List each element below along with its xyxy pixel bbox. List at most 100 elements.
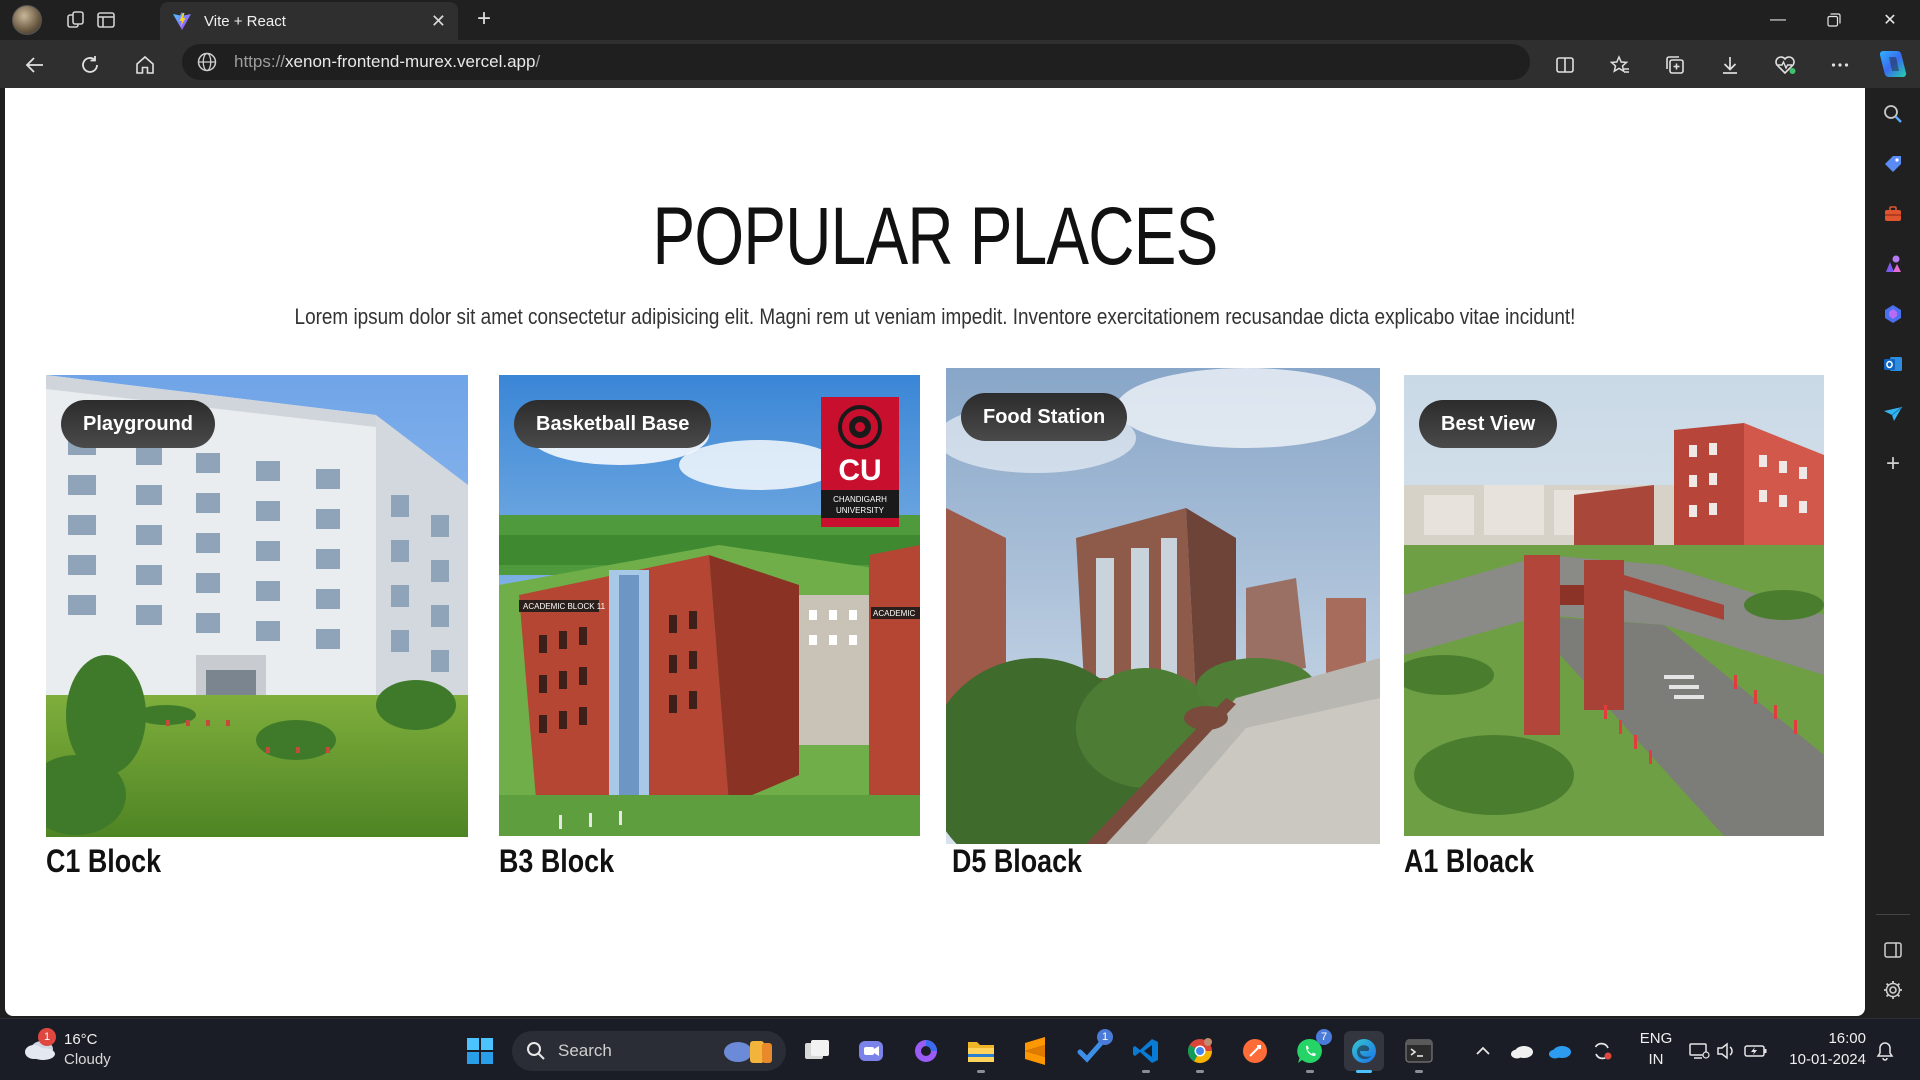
postman-app[interactable]	[1235, 1031, 1275, 1071]
terminal-icon	[1405, 1039, 1433, 1063]
card-title: C1 Block	[46, 843, 162, 879]
close-window-icon[interactable]: ✕	[1862, 0, 1918, 40]
home-icon[interactable]	[130, 50, 160, 80]
place-card[interactable]: Playground C1 Block	[46, 375, 468, 879]
hide-sidebar-icon[interactable]	[1879, 936, 1907, 964]
video-chat-icon	[859, 1041, 883, 1061]
add-icon[interactable]: +	[1879, 450, 1907, 478]
refresh-icon[interactable]	[75, 50, 105, 80]
battery-icon[interactable]	[1744, 1039, 1768, 1063]
card-category-badge: Best View	[1419, 400, 1558, 448]
vite-logo-icon	[173, 12, 191, 30]
copilot-icon[interactable]	[1876, 47, 1910, 81]
favorites-icon[interactable]	[1605, 50, 1635, 80]
terminal-app[interactable]	[1399, 1031, 1439, 1073]
logo-line-1: CHANDIGARH	[833, 495, 887, 504]
input-region[interactable]: IN	[1636, 1051, 1676, 1068]
notification-badge: 7	[1316, 1029, 1332, 1045]
sync-icon[interactable]	[1590, 1039, 1614, 1063]
copilot-app-icon[interactable]	[1879, 300, 1907, 328]
tab-close-icon[interactable]: ✕	[431, 11, 446, 32]
split-screen-icon[interactable]	[1550, 50, 1580, 80]
input-language[interactable]: ENG	[1636, 1030, 1676, 1047]
outlook-icon[interactable]	[1879, 350, 1907, 378]
card-title: A1 Bloack	[1404, 843, 1534, 879]
place-card[interactable]: Best View A1 Bloack	[1404, 375, 1824, 879]
chevron-up-icon[interactable]	[1471, 1039, 1495, 1063]
logo-line-2: UNIVERSITY	[836, 506, 885, 515]
running-indicator	[1142, 1070, 1150, 1073]
running-indicator	[1356, 1070, 1372, 1073]
settings-gear-icon[interactable]	[1879, 976, 1907, 1004]
sign-right-text: ACADEMIC	[873, 609, 915, 618]
place-card[interactable]: ACADEMIC BLOCK 11 ACADEMIC CU CHANDIGARH…	[499, 375, 920, 879]
weather-alert-badge: 1	[38, 1028, 56, 1046]
notification-badge: 1	[1097, 1029, 1113, 1045]
edge-app[interactable]	[1344, 1031, 1384, 1073]
drop-icon[interactable]	[1879, 400, 1907, 428]
task-view-icon	[805, 1040, 829, 1059]
running-indicator	[977, 1070, 985, 1073]
clock-time[interactable]: 16:00	[1786, 1030, 1866, 1047]
minimize-icon[interactable]: —	[1750, 0, 1806, 40]
vscode-icon	[1133, 1039, 1158, 1063]
collections-icon[interactable]	[1660, 50, 1690, 80]
sublime-icon	[1025, 1037, 1045, 1065]
copilot-taskbar-app[interactable]	[906, 1031, 946, 1071]
intro-text: Lorem ipsum dolor sit amet consectetur a…	[294, 304, 1576, 329]
tab-title: Vite + React	[204, 12, 286, 30]
clock-date[interactable]: 10-01-2024	[1786, 1051, 1866, 1068]
back-icon[interactable]	[20, 50, 50, 80]
postman-icon	[1243, 1039, 1267, 1063]
onedrive-personal-icon[interactable]	[1510, 1039, 1534, 1063]
card-title: B3 Block	[499, 843, 615, 879]
shopping-tag-icon[interactable]	[1879, 150, 1907, 178]
onedrive-business-icon[interactable]	[1548, 1039, 1572, 1063]
logo-letters: CU	[838, 454, 881, 487]
chrome-icon	[1187, 1038, 1212, 1064]
file-explorer-app[interactable]	[961, 1031, 1001, 1073]
page-title: POPULAR PLACES	[652, 191, 1219, 282]
notification-bell-icon[interactable]	[1873, 1039, 1897, 1063]
task-view-button[interactable]	[797, 1031, 837, 1071]
meet-app[interactable]	[851, 1031, 891, 1071]
search-placeholder: Search	[558, 1041, 612, 1060]
chrome-app[interactable]	[1180, 1031, 1220, 1073]
address-bar[interactable]: https://xenon-frontend-murex.vercel.app /	[182, 44, 1530, 80]
start-button[interactable]	[460, 1031, 500, 1071]
sidebar-divider	[1876, 914, 1910, 915]
card-category-badge: Food Station	[961, 393, 1128, 441]
vertical-tabs-icon[interactable]	[92, 6, 120, 34]
games-icon[interactable]	[1879, 250, 1907, 278]
search-icon[interactable]	[1879, 100, 1907, 128]
page-viewport: POPULAR PLACES Lorem ipsum dolor sit ame…	[5, 88, 1865, 1016]
tools-icon[interactable]	[1879, 200, 1907, 228]
url-path: /	[535, 52, 541, 71]
workspaces-icon[interactable]	[62, 6, 90, 34]
running-indicator	[1306, 1070, 1314, 1073]
place-card[interactable]: Food Station D5 Bloack	[946, 368, 1380, 879]
downloads-icon[interactable]	[1715, 50, 1745, 80]
volume-icon[interactable]	[1714, 1039, 1738, 1063]
network-icon[interactable]	[1687, 1039, 1711, 1063]
vscode-app[interactable]	[1126, 1031, 1166, 1073]
copilot-swirl-icon	[915, 1040, 937, 1062]
whatsapp-app[interactable]: 7	[1290, 1029, 1332, 1073]
pinned-task-app[interactable]: 1	[1071, 1029, 1113, 1071]
browser-toolbar: https://xenon-frontend-murex.vercel.app /	[0, 40, 1920, 88]
browser-essentials-icon[interactable]	[1770, 50, 1800, 80]
edge-sidebar: +	[1866, 88, 1920, 1018]
profile-avatar[interactable]	[12, 5, 42, 35]
more-options-icon[interactable]	[1825, 50, 1855, 80]
sign-left-text: ACADEMIC BLOCK 11	[523, 602, 606, 611]
windows-logo-icon	[467, 1038, 493, 1064]
folder-icon	[968, 1042, 994, 1062]
edge-icon	[1352, 1039, 1376, 1063]
tab-active[interactable]: Vite + React ✕	[160, 2, 458, 40]
new-tab-icon[interactable]: +	[470, 6, 498, 34]
restore-icon[interactable]	[1806, 0, 1862, 40]
url-host: xenon-frontend-murex.vercel.app	[285, 52, 536, 71]
sublime-text-app[interactable]	[1015, 1031, 1055, 1071]
site-info-icon[interactable]	[196, 51, 218, 73]
card-title: D5 Bloack	[952, 843, 1082, 879]
